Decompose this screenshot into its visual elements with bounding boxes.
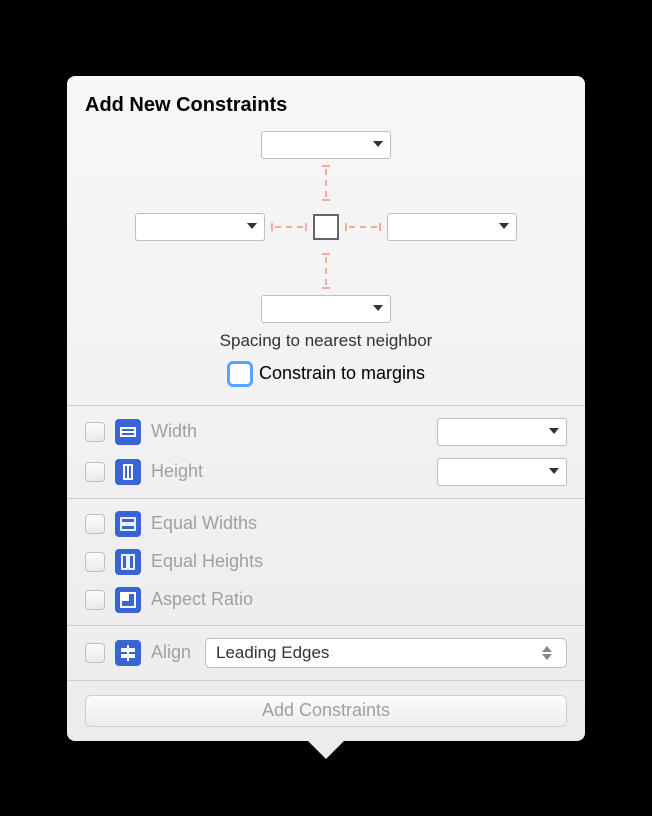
equal-heights-label: Equal Heights [151,551,567,572]
aspect-ratio-label: Aspect Ratio [151,589,567,610]
equal-heights-icon [115,549,141,575]
equal-heights-checkbox[interactable] [85,552,105,572]
height-row: Height [67,452,585,492]
dropdown-caret-icon [542,468,566,475]
width-label: Width [151,421,427,442]
dropdown-caret-icon [366,305,390,312]
leading-strut-icon[interactable] [271,223,307,231]
popover-title: Add New Constraints [67,94,585,127]
width-icon [115,419,141,445]
constrain-margins-label: Constrain to margins [259,363,425,384]
top-spacing-field[interactable] [261,131,391,159]
aspect-ratio-icon [115,587,141,613]
height-label: Height [151,461,427,482]
width-checkbox[interactable] [85,422,105,442]
align-label: Align [151,642,195,663]
bottom-strut-icon[interactable] [322,253,330,289]
trailing-strut-icon[interactable] [345,223,381,231]
align-row: Align Leading Edges [67,632,585,674]
height-icon [115,459,141,485]
add-constraints-button[interactable]: Add Constraints [85,695,567,727]
divider [67,625,585,626]
equal-widths-checkbox[interactable] [85,514,105,534]
equal-widths-row: Equal Widths [67,505,585,543]
width-row: Width [67,412,585,452]
width-value-field[interactable] [437,418,567,446]
constrain-margins-checkbox[interactable] [227,361,253,387]
align-icon [115,640,141,666]
dropdown-caret-icon [492,223,516,230]
bottom-spacing-field[interactable] [261,295,391,323]
aspect-ratio-row: Aspect Ratio [67,581,585,619]
divider [67,498,585,499]
height-value-field[interactable] [437,458,567,486]
align-select[interactable]: Leading Edges [205,638,567,668]
equal-widths-icon [115,511,141,537]
constraint-center-box-icon [313,214,339,240]
spacing-section: Spacing to nearest neighbor Constrain to… [67,127,585,399]
spacing-caption: Spacing to nearest neighbor [220,331,433,351]
equal-widths-label: Equal Widths [151,513,567,534]
align-selected-value: Leading Edges [216,643,329,663]
dropdown-caret-icon [542,428,566,435]
align-checkbox[interactable] [85,643,105,663]
stepper-icon [542,644,556,662]
equal-heights-row: Equal Heights [67,543,585,581]
dropdown-caret-icon [240,223,264,230]
height-checkbox[interactable] [85,462,105,482]
top-strut-icon[interactable] [322,165,330,201]
divider [67,680,585,681]
divider [67,405,585,406]
add-constraints-popover: Add New Constraints [67,76,585,741]
trailing-spacing-field[interactable] [387,213,517,241]
leading-spacing-field[interactable] [135,213,265,241]
dropdown-caret-icon [366,141,390,148]
aspect-ratio-checkbox[interactable] [85,590,105,610]
